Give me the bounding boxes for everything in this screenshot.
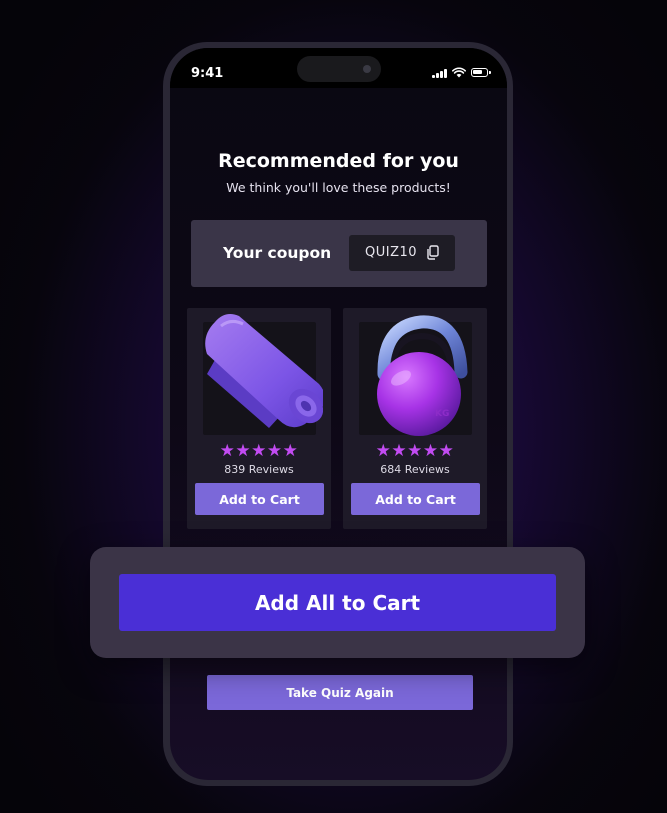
yoga-mat-image xyxy=(205,314,323,428)
coupon-copy-button[interactable]: QUIZ10 xyxy=(349,235,455,271)
review-count: 684 Reviews xyxy=(380,463,450,476)
add-to-cart-button[interactable]: Add to Cart xyxy=(195,483,324,515)
coupon-code: QUIZ10 xyxy=(365,245,418,260)
status-bar: 9:41 xyxy=(170,48,507,88)
add-to-cart-button[interactable]: Add to Cart xyxy=(351,483,480,515)
page-subtitle: We think you'll love these products! xyxy=(226,180,451,195)
add-all-panel: Add All to Cart xyxy=(90,547,585,658)
battery-icon xyxy=(471,68,491,77)
rating-stars: ★★★★★ xyxy=(219,441,299,461)
status-time: 9:41 xyxy=(191,66,224,81)
take-quiz-again-button[interactable]: Take Quiz Again xyxy=(207,675,473,710)
product-card: KG ★★★★★ 684 Reviews Add to Cart xyxy=(343,308,487,529)
product-card: ★★★★★ 839 Reviews Add to Cart xyxy=(187,308,331,529)
wifi-icon xyxy=(452,67,466,78)
review-count: 839 Reviews xyxy=(224,463,294,476)
page-title: Recommended for you xyxy=(218,150,459,172)
add-all-to-cart-button[interactable]: Add All to Cart xyxy=(119,574,556,631)
kettlebell-image: KG xyxy=(377,315,468,436)
coupon-label: Your coupon xyxy=(223,244,332,262)
dynamic-island xyxy=(297,56,381,82)
signal-icon xyxy=(432,68,449,78)
coupon-box: Your coupon QUIZ10 xyxy=(191,220,487,287)
rating-stars: ★★★★★ xyxy=(375,441,455,461)
copy-icon xyxy=(427,245,439,260)
phone-screen: 9:41 Recommended for you We think you'll… xyxy=(170,48,507,780)
svg-text:KG: KG xyxy=(435,409,449,419)
